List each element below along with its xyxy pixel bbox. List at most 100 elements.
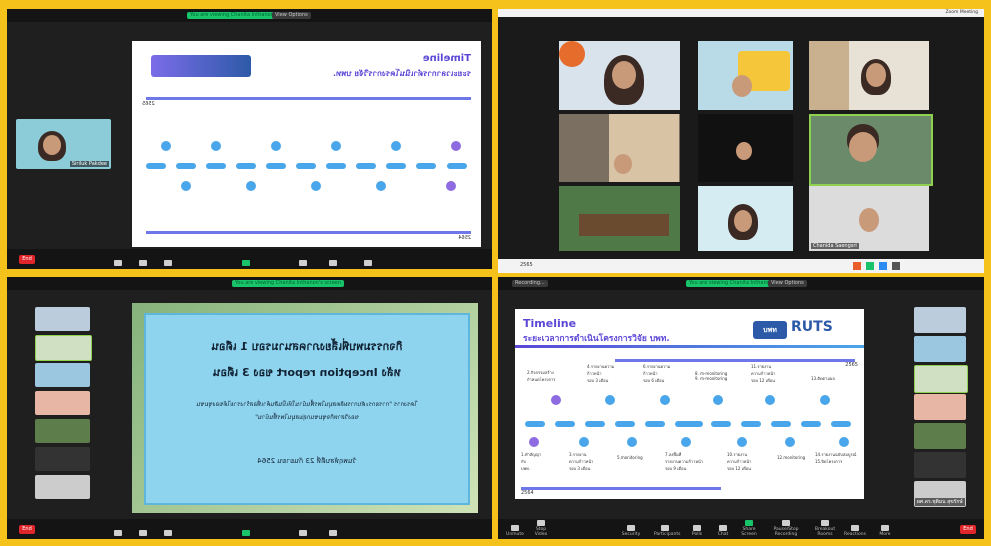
month-tag xyxy=(447,163,467,169)
shared-slide-text: กิจกรรมพบพี่เลี้ยงภาคสนามรอบ 1 เดือน หลั… xyxy=(132,303,478,513)
year-end: 2565 xyxy=(845,362,858,368)
chat-button[interactable]: Chat xyxy=(712,525,734,537)
reactions-button[interactable]: Reactions xyxy=(844,525,866,537)
end-meeting-button[interactable]: End xyxy=(19,255,35,264)
month-tag-feb xyxy=(645,421,665,427)
participant-thumb xyxy=(35,363,90,387)
timeline-top-line xyxy=(146,97,471,100)
chat-button[interactable] xyxy=(292,260,314,267)
taskbar-app-icon[interactable] xyxy=(866,262,874,270)
milestone-icon xyxy=(446,181,456,191)
slide-date: วันพฤหัสบดีที่ 23 กันยายน 2564 xyxy=(257,457,357,465)
year-end: 2565 xyxy=(142,101,155,107)
zoom-toolbar: End xyxy=(7,249,492,269)
video-tile-3 xyxy=(809,41,929,110)
milestone-icon xyxy=(529,437,539,447)
month-tag xyxy=(146,163,166,169)
stop-video-button[interactable]: Stop Video xyxy=(530,520,552,537)
slide-line-2: หลัง Inception report ของ 3 เดือน xyxy=(213,366,401,379)
window-title: Zoom Meeting xyxy=(945,10,978,15)
milestone-icon xyxy=(211,141,221,151)
security-button[interactable] xyxy=(357,260,379,267)
top-milestone-label: 6.รายงานความ ก้าวหน้า รอบ 6 เดือน xyxy=(643,364,671,383)
breakout-rooms-button[interactable]: Breakout Rooms xyxy=(810,520,840,537)
top-milestone-label: 13.ติดตามผล xyxy=(811,376,835,381)
zoom-window-top-right: Zoom Meeting Chanida Saengsri 2565 xyxy=(498,9,984,273)
end-meeting-button[interactable]: End xyxy=(960,525,976,534)
reactions-button[interactable] xyxy=(322,260,344,267)
logo-bpt: บพท xyxy=(753,321,787,339)
timeline-top-line xyxy=(615,359,855,362)
slide-subtitle: ระยะเวลาการดำเนินโครงการวิจัย บพท. xyxy=(333,69,471,78)
windows-taskbar: 2565 xyxy=(498,259,984,273)
timeline-bottom-line xyxy=(521,487,721,490)
milestone-icon xyxy=(839,437,849,447)
video-tile-1 xyxy=(559,41,680,110)
zoom-window-top-left: You are viewing Chanita Inthanon's scree… xyxy=(7,9,492,269)
taskbar-app-icon[interactable] xyxy=(879,262,887,270)
tile-flower-decor xyxy=(559,41,585,67)
participants-button[interactable]: Participants xyxy=(654,525,680,537)
participant-thumb xyxy=(914,394,966,420)
bottom-milestone-label: 7.ลงพื้นที่ รายงานความก้าวหน้า รอบ 9 เดื… xyxy=(665,452,704,471)
zoom-toolbar: End xyxy=(7,519,492,539)
view-options-button[interactable]: View Options xyxy=(272,12,311,19)
mute-button[interactable] xyxy=(107,530,129,537)
slide-line-4: ของวิสาหกิจชุมชนกลุ่มสมุนไพรพื้นบ้าน" xyxy=(255,414,359,421)
top-milestone-label: 2.กิจกรรมสร้าง กำหนดโครงการ xyxy=(527,370,556,382)
month-tag-may xyxy=(711,421,731,427)
pause-recording-button[interactable]: Pause/Stop Recording xyxy=(768,520,804,537)
video-tile-6-active-speaker xyxy=(809,114,933,186)
month-tag-dec xyxy=(585,421,605,427)
share-screen-button[interactable]: Share Screen xyxy=(738,520,760,537)
polls-button[interactable]: Polls xyxy=(686,525,708,537)
security-button[interactable]: Security xyxy=(620,525,642,537)
participant-face xyxy=(866,63,886,87)
milestone-icon xyxy=(451,141,461,151)
video-tile-2 xyxy=(698,41,793,110)
mute-button[interactable] xyxy=(107,260,129,267)
milestone-icon xyxy=(660,395,670,405)
participant-thumb xyxy=(914,423,966,449)
milestone-icon xyxy=(785,437,795,447)
taskbar-app-icon[interactable] xyxy=(892,262,900,270)
taskbar-app-icon[interactable] xyxy=(853,262,861,270)
month-tag-sep xyxy=(831,421,851,427)
chat-button[interactable] xyxy=(292,530,314,537)
view-options-button[interactable]: View Options xyxy=(768,280,807,287)
milestone-icon xyxy=(311,181,321,191)
bottom-milestone-label: 10.รายงาน ความก้าวหน้า รอบ 12 เดือน xyxy=(727,452,752,471)
month-tag-jul xyxy=(771,421,791,427)
tile-bookshelf xyxy=(809,41,849,110)
month-tag xyxy=(266,163,286,169)
participant-thumb xyxy=(35,307,90,331)
participant-face xyxy=(849,132,877,162)
year-start: 2564 xyxy=(458,235,471,241)
milestone-icon xyxy=(271,141,281,151)
participant-thumb xyxy=(914,452,966,478)
reactions-button[interactable] xyxy=(322,530,344,537)
milestone-icon xyxy=(551,395,561,405)
zoom-topbar: You are viewing Chanita Inthanon's scree… xyxy=(7,9,492,22)
participants-button[interactable] xyxy=(157,530,179,537)
slide-title: Timeline xyxy=(422,53,471,64)
bottom-milestone-label: 3.รายงาน ความก้าวหน้า รอบ 3 เดือน xyxy=(569,452,594,471)
more-button[interactable]: More xyxy=(874,525,896,537)
video-button[interactable] xyxy=(132,260,154,267)
participant-name: Siriluk Pakdee xyxy=(69,161,109,167)
month-tag-oct xyxy=(525,421,545,427)
unmute-button[interactable]: Unmute xyxy=(504,525,526,537)
milestone-icon xyxy=(391,141,401,151)
participant-face xyxy=(614,154,632,174)
video-button[interactable] xyxy=(132,530,154,537)
milestone-icon xyxy=(765,395,775,405)
zoom-window-bottom-left: You are viewing Chanita Inthanon's scree… xyxy=(7,277,492,539)
tile-house-background xyxy=(579,214,669,236)
share-screen-button[interactable] xyxy=(235,260,257,267)
end-meeting-button[interactable]: End xyxy=(19,525,35,534)
share-screen-button[interactable] xyxy=(235,530,257,537)
zoom-topbar: Zoom Meeting xyxy=(498,9,984,17)
month-tag-nov xyxy=(555,421,575,427)
slide-panel: กิจกรรมพบพี่เลี้ยงภาคสนามรอบ 1 เดือน หลั… xyxy=(144,313,470,505)
participants-button[interactable] xyxy=(157,260,179,267)
